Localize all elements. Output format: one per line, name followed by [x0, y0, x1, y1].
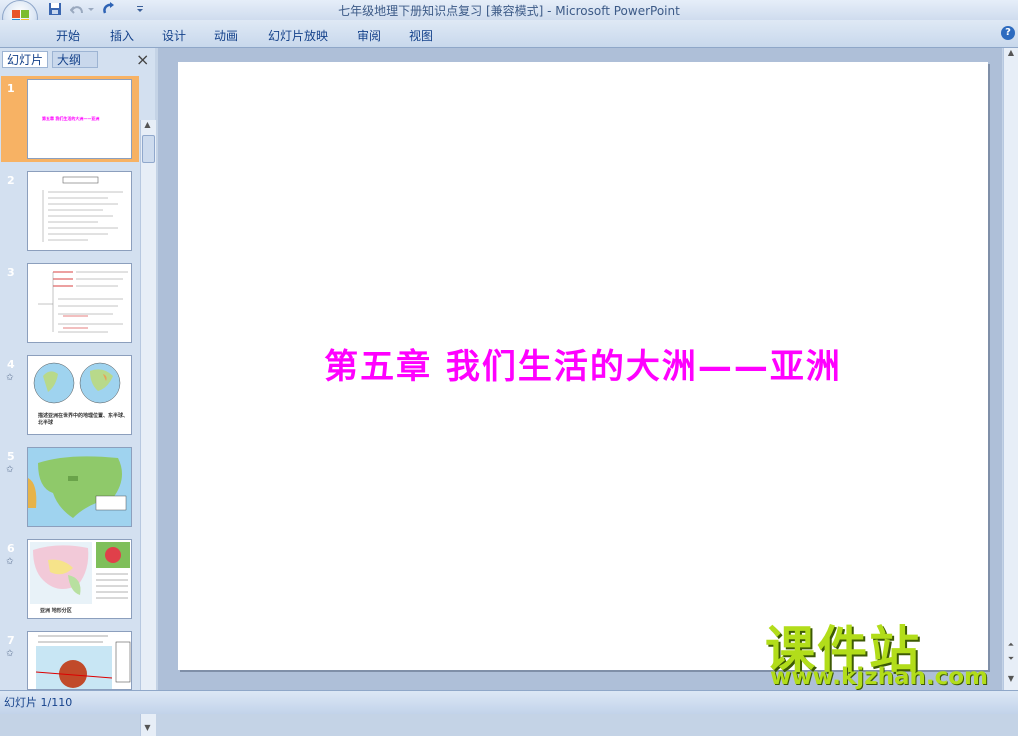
tab-view[interactable]: 视图 — [409, 27, 433, 44]
tab-outline[interactable]: 大纲 — [52, 51, 98, 68]
slide-thumbnail-2[interactable] — [27, 171, 132, 251]
thumbnail-title: 第五章 我们生活的大洲——亚洲 — [42, 116, 100, 121]
animation-star-icon: ✩ — [6, 465, 14, 475]
help-icon[interactable]: ? — [1001, 26, 1015, 40]
tab-review[interactable]: 审阅 — [357, 27, 381, 44]
slide-title[interactable]: 第五章 我们生活的大洲——亚洲 — [178, 339, 988, 388]
tab-design[interactable]: 设计 — [162, 27, 186, 44]
slide-thumbnail-1[interactable]: 第五章 我们生活的大洲——亚洲 — [27, 79, 132, 159]
undo-icon[interactable] — [69, 2, 84, 20]
tab-home[interactable]: 开始 — [56, 27, 80, 44]
slide-count-status: 幻灯片 1/110 — [4, 696, 73, 709]
outline-diagram — [42, 176, 123, 242]
slide-number: 7 — [7, 634, 15, 647]
mindmap-diagram — [38, 271, 128, 333]
slide-number: 1 — [7, 82, 15, 95]
previous-slide-icon[interactable]: ⏶ — [1004, 640, 1018, 652]
current-slide[interactable]: 第五章 我们生活的大洲——亚洲 — [178, 62, 988, 670]
scroll-up-icon[interactable]: ▲ — [1004, 48, 1018, 60]
slide-thumbnail-4[interactable]: 描述亚洲在世界中的地理位置、东半球、北半球 — [27, 355, 132, 435]
climate-map-image — [35, 635, 131, 689]
scroll-up-icon[interactable]: ▲ — [141, 120, 154, 132]
slide-number: 4 — [7, 358, 15, 371]
thumbnail-caption: 亚洲 地形分区 — [40, 608, 72, 614]
asia-map-image — [28, 448, 131, 526]
save-icon[interactable] — [48, 2, 62, 20]
close-icon[interactable]: × — [136, 50, 149, 69]
window-title: 七年级地理下册知识点复习 [兼容模式] - Microsoft PowerPoi… — [338, 4, 680, 18]
tab-animations[interactable]: 动画 — [214, 27, 238, 44]
title-bar: 七年级地理下册知识点复习 [兼容模式] - Microsoft PowerPoi… — [0, 0, 1018, 20]
slide-thumbnail-3[interactable] — [27, 263, 132, 343]
slide-thumbnail-6[interactable]: 亚洲 地形分区 — [27, 539, 132, 619]
slide-number: 6 — [7, 542, 15, 555]
dropdown-icon[interactable] — [136, 2, 144, 20]
scrollbar-thumb[interactable] — [142, 135, 155, 163]
slide-thumbnail-5[interactable] — [27, 447, 132, 527]
slide-number: 2 — [7, 174, 15, 187]
slide-thumbnail-7[interactable] — [27, 631, 132, 690]
ribbon: 开始 插入 设计 动画 幻灯片放映 审阅 视图 — [0, 20, 1018, 48]
slide-scrollbar[interactable]: ▲ ⏶ ⏷ ▼ — [1003, 48, 1018, 690]
animation-star-icon: ✩ — [6, 557, 14, 567]
slides-panel: 幻灯片 大纲 × 1 第五章 我们生活的大洲——亚洲 2 3 4 ✩ 描述亚洲在… — [0, 48, 156, 736]
next-slide-icon[interactable]: ⏷ — [1004, 654, 1018, 666]
scroll-down-icon[interactable]: ▼ — [1004, 674, 1018, 686]
undo-dropdown-icon[interactable] — [88, 2, 94, 20]
scroll-down-icon[interactable]: ▼ — [141, 723, 154, 735]
animation-star-icon: ✩ — [6, 373, 14, 383]
watermark-url: www.kjzhan.com — [770, 664, 988, 690]
thumbnail-caption: 描述亚洲在世界中的地理位置、东半球、北半球 — [38, 413, 129, 426]
slide-number: 3 — [7, 266, 15, 279]
animation-star-icon: ✩ — [6, 649, 14, 659]
tab-slides[interactable]: 幻灯片 — [2, 51, 48, 68]
thumbnails-scrollbar[interactable]: ▲ ▼ — [140, 120, 156, 736]
slide-number: 5 — [7, 450, 15, 463]
status-bar: 幻灯片 1/110 — [0, 690, 1018, 714]
tab-slideshow[interactable]: 幻灯片放映 — [268, 27, 328, 44]
redo-icon[interactable] — [102, 2, 116, 20]
tab-insert[interactable]: 插入 — [110, 27, 134, 44]
